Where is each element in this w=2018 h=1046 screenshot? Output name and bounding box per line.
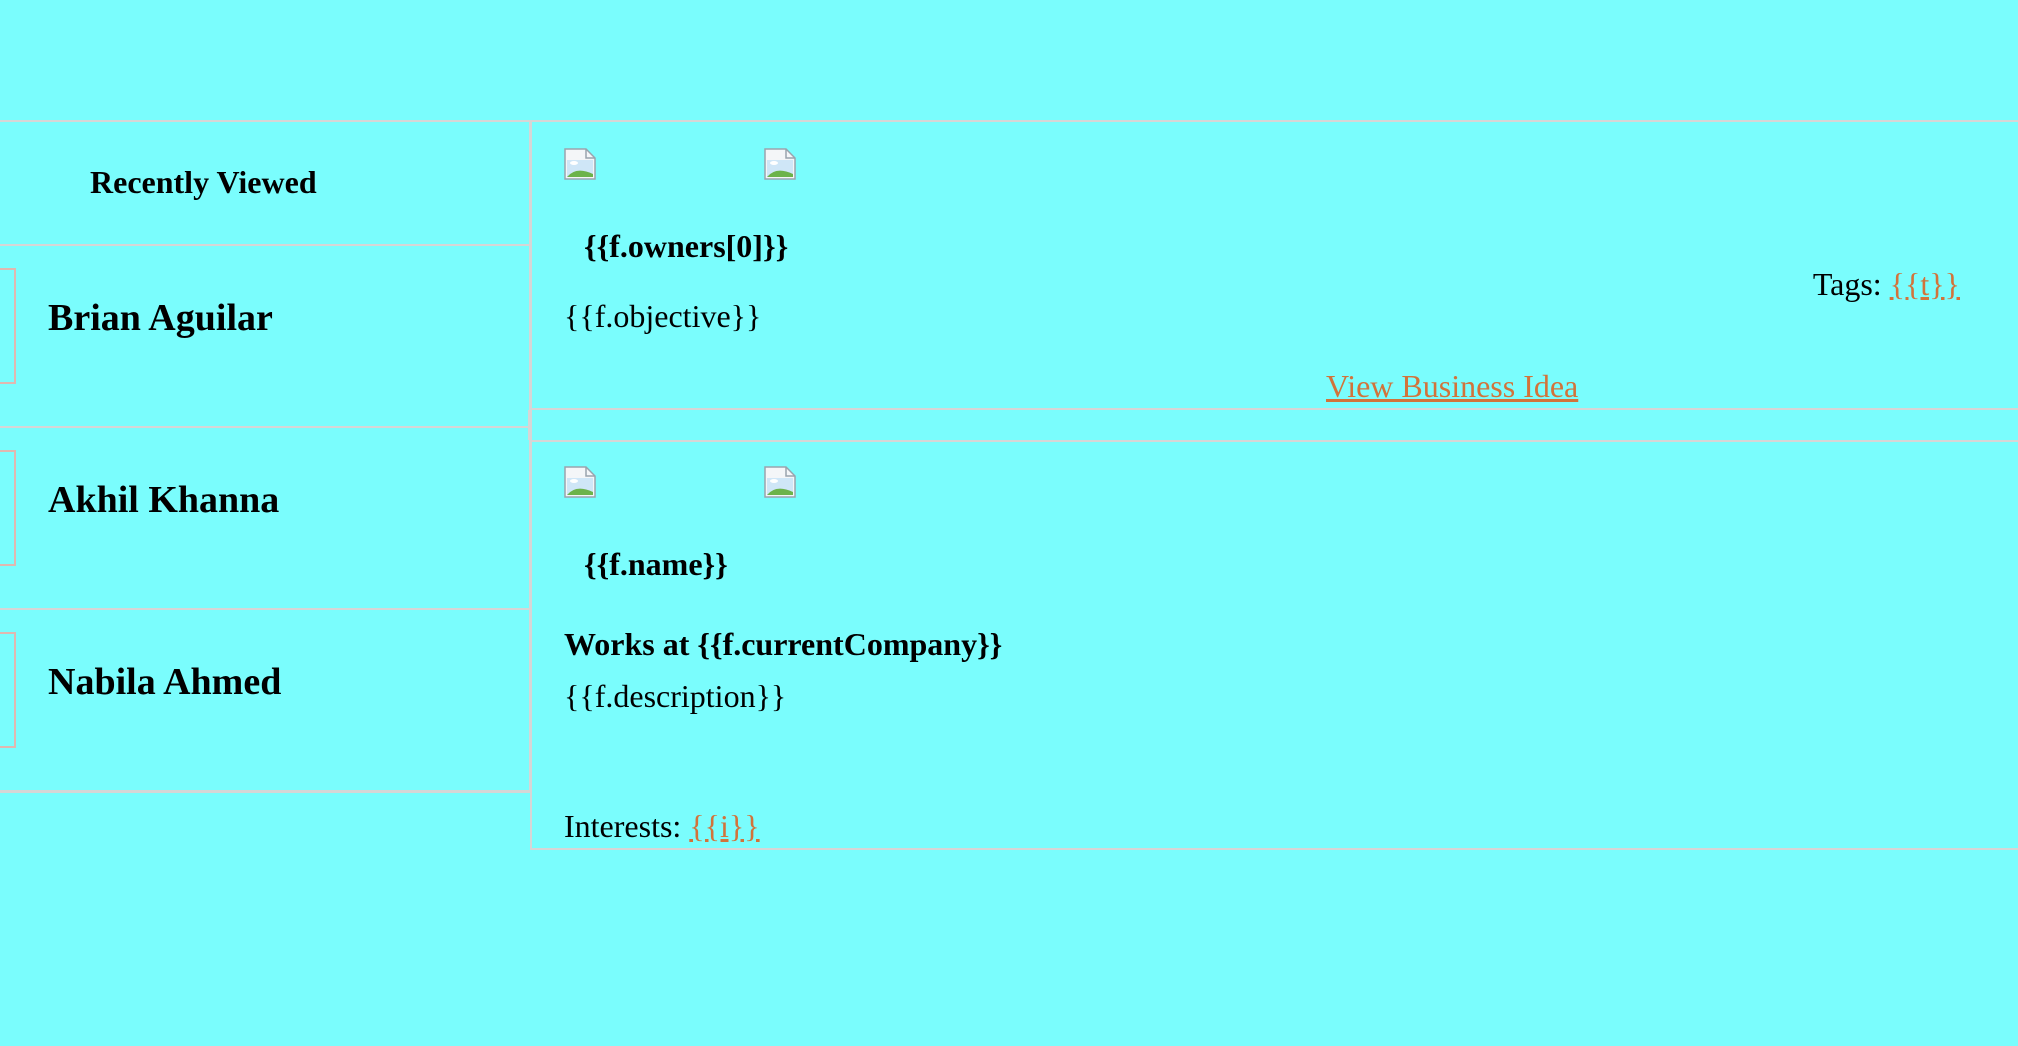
recent-person-item[interactable]: Nabila Ahmed <box>0 610 530 793</box>
avatar-frame <box>0 450 16 566</box>
tags-label: Tags: <box>1812 266 1882 302</box>
recent-person-name[interactable]: Nabila Ahmed <box>48 660 281 704</box>
recent-person-item[interactable]: Brian Aguilar <box>0 246 530 428</box>
person-company: Works at {{f.currentCompany}} <box>564 626 1003 662</box>
recent-person-name[interactable]: Brian Aguilar <box>48 296 273 340</box>
person-interests: Interests: {{i}} <box>564 808 760 845</box>
avatar-frame <box>0 632 16 748</box>
broken-image-icon <box>564 466 596 498</box>
idea-owner: {{f.owners[0]}} <box>584 228 789 264</box>
business-idea-card: {{f.owners[0]}} {{f.objective}} Tags: {{… <box>530 120 2018 410</box>
recent-person-item[interactable]: Akhil Khanna <box>0 428 530 610</box>
sidebar-title: Recently Viewed <box>90 164 317 200</box>
view-business-idea-link[interactable]: View Business Idea <box>1326 368 1578 405</box>
person-description: {{f.description}} <box>564 678 787 714</box>
person-card: {{f.name}} Works at {{f.currentCompany}}… <box>530 440 2018 850</box>
recently-viewed-sidebar: Recently Viewed Brian Aguilar Akhil Khan… <box>0 120 532 793</box>
sidebar-header: Recently Viewed <box>0 122 530 246</box>
avatar-frame <box>0 268 16 384</box>
broken-image-icon <box>564 148 596 180</box>
idea-tags: Tags: {{t}} <box>1813 266 1960 303</box>
broken-image-icon <box>764 466 796 498</box>
divider <box>528 410 531 440</box>
person-name: {{f.name}} <box>584 546 728 582</box>
tag-link[interactable]: {{t}} <box>1890 266 1960 302</box>
broken-image-icon <box>764 148 796 180</box>
idea-objective: {{f.objective}} <box>564 298 762 334</box>
interest-link[interactable]: {{i}} <box>689 808 759 844</box>
recent-person-name[interactable]: Akhil Khanna <box>48 478 279 522</box>
interests-label: Interests: <box>564 808 682 844</box>
